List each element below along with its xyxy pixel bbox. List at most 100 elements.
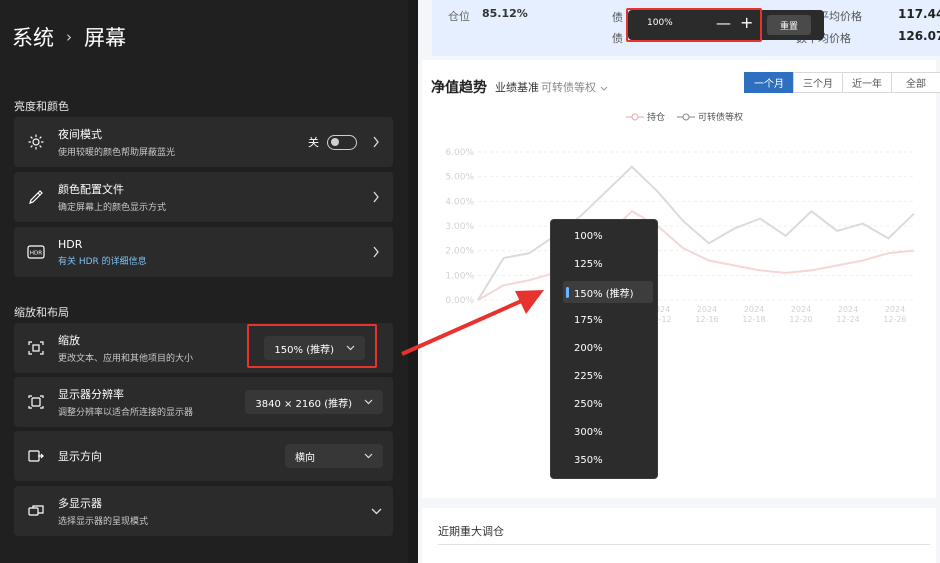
chevron-down-icon <box>364 397 373 408</box>
multi-display-title: 多显示器 <box>58 497 102 510</box>
night-mode-state: 关 <box>308 136 319 149</box>
resolution-icon <box>26 392 46 412</box>
x-tick-label: 12-18 <box>742 315 765 324</box>
zoom-reset-button[interactable]: 重置 <box>767 15 811 35</box>
chart-legend: 持仓 可转债等权 <box>626 110 755 123</box>
eyedropper-icon <box>26 187 46 207</box>
x-tick-label: 2024 <box>838 305 858 314</box>
chevron-down-icon <box>364 451 373 462</box>
benchmark-label: 业绩基准 <box>495 81 539 94</box>
period-tabs: 一个月 三个月 近一年 全部 <box>744 72 940 93</box>
hdr-card[interactable]: HDR HDR 有关 HDR 的详细信息 <box>14 227 393 277</box>
benchmark-value: 可转债等权 <box>541 81 596 94</box>
scale-option[interactable]: 225% <box>563 365 653 387</box>
scale-option[interactable]: 200% <box>563 337 653 359</box>
x-tick-label: 12-26 <box>883 315 906 324</box>
multi-display-subtitle: 选择显示器的呈现模式 <box>58 517 149 527</box>
position-label: 仓位 <box>448 10 470 23</box>
breadcrumb-current: 屏幕 <box>84 26 126 50</box>
section-brightness-heading: 亮度和颜色 <box>14 100 69 113</box>
y-tick-label: 3.00% <box>445 222 474 232</box>
chevron-right-icon[interactable] <box>369 190 383 204</box>
night-mode-card[interactable]: 夜间模式 使用较暖的颜色帮助屏蔽蓝光 关 <box>14 117 393 167</box>
x-tick-label: 2024 <box>791 305 811 314</box>
y-tick-label: 6.00% <box>445 148 474 158</box>
hdr-title: HDR <box>58 237 83 251</box>
benchmark-select[interactable]: 可转债等权 <box>541 79 608 95</box>
resolution-select[interactable]: 3840 × 2160 (推荐) <box>245 390 383 414</box>
recent-divider <box>438 544 930 545</box>
multi-display-icon <box>26 501 46 521</box>
scale-option[interactable]: 300% <box>563 421 653 443</box>
tab-one-year[interactable]: 近一年 <box>842 72 892 93</box>
x-tick-label: 12-24 <box>836 315 859 324</box>
legend-item-bond[interactable]: 可转债等权 <box>677 110 743 123</box>
orientation-title: 显示方向 <box>58 450 102 463</box>
window-divider <box>408 0 418 563</box>
breadcrumb-root[interactable]: 系统 <box>12 22 54 52</box>
tab-all[interactable]: 全部 <box>891 72 940 93</box>
scale-option[interactable]: 250% <box>563 393 653 415</box>
scale-icon <box>26 338 46 358</box>
scale-title: 缩放 <box>58 334 80 347</box>
chevron-right-icon[interactable] <box>369 135 383 149</box>
avg-price-value-1: 117.44 <box>898 7 940 21</box>
hdr-icon: HDR <box>26 242 46 262</box>
legend-item-holding[interactable]: 持仓 <box>626 110 665 123</box>
resolution-title: 显示器分辨率 <box>58 388 124 401</box>
x-tick-label: 12-20 <box>789 315 812 324</box>
recent-adjustments-heading: 近期重大调仓 <box>438 525 504 538</box>
page-title: 系统 › 屏幕 <box>12 22 126 52</box>
y-tick-label: 4.00% <box>445 197 474 207</box>
tab-three-months[interactable]: 三个月 <box>793 72 843 93</box>
bond-label-1: 债 <box>612 11 623 24</box>
hdr-badge: HDR <box>30 251 42 257</box>
annotation-arrow <box>401 290 544 356</box>
night-mode-subtitle: 使用较暖的颜色帮助屏蔽蓝光 <box>58 148 176 158</box>
position-value: 85.12% <box>482 7 528 20</box>
chart-title: 净值趋势 <box>431 80 487 96</box>
scale-option[interactable]: 175% <box>563 309 653 331</box>
series-line <box>477 165 915 301</box>
night-mode-title: 夜间模式 <box>58 128 102 141</box>
x-tick-label: 2024 <box>697 305 717 314</box>
orientation-select-value: 横向 <box>295 452 315 464</box>
orientation-select[interactable]: 横向 <box>285 444 383 468</box>
x-tick-label: 2024 <box>744 305 764 314</box>
resolution-subtitle: 调整分辨率以适合所连接的显示器 <box>58 408 194 418</box>
tab-one-month[interactable]: 一个月 <box>744 72 794 93</box>
color-profile-subtitle: 确定屏幕上的颜色显示方式 <box>58 203 167 213</box>
y-tick-label: 5.00% <box>445 173 474 183</box>
scale-option[interactable]: 100% <box>563 225 653 247</box>
zoom-highlight-box <box>626 8 762 42</box>
scale-highlight-box <box>247 324 377 368</box>
scale-subtitle: 更改文本、应用和其他项目的大小 <box>58 354 194 364</box>
scale-dropdown-list: 100% 125% 150% (推荐) 175% 200% 225% 250% 300% 350… <box>550 219 658 479</box>
scale-option[interactable]: 125% <box>563 253 653 275</box>
bond-label-2: 债 <box>612 32 623 45</box>
breadcrumb-separator: › <box>66 28 72 46</box>
section-scale-heading: 缩放和布局 <box>14 306 69 319</box>
color-profile-title: 颜色配置文件 <box>58 183 124 196</box>
x-tick-label: 12-16 <box>695 315 718 324</box>
scale-option[interactable]: 150% (推荐) <box>563 281 653 303</box>
night-mode-toggle[interactable] <box>327 134 357 150</box>
hdr-info-link[interactable]: 有关 HDR 的详细信息 <box>58 254 147 267</box>
avg-price-value-2: 126.078 <box>898 29 940 43</box>
color-profile-card[interactable]: 颜色配置文件 确定屏幕上的颜色显示方式 <box>14 172 393 222</box>
resolution-card[interactable]: 显示器分辨率 调整分辨率以适合所连接的显示器 3840 × 2160 (推荐) <box>14 377 393 427</box>
y-tick-label: 2.00% <box>445 247 474 257</box>
x-tick-label: 2024 <box>885 305 905 314</box>
sun-icon <box>26 132 46 152</box>
settings-window: 系统 › 屏幕 亮度和颜色 夜间模式 使用较暖的颜色帮助屏蔽蓝光 关 颜色配置文… <box>0 0 408 563</box>
chevron-down-icon[interactable] <box>369 504 383 518</box>
legend-label-bond: 可转债等权 <box>698 113 744 123</box>
resolution-select-value: 3840 × 2160 (推荐) <box>255 398 352 410</box>
chevron-right-icon[interactable] <box>369 245 383 259</box>
multi-display-card[interactable]: 多显示器 选择显示器的呈现模式 <box>14 486 393 536</box>
y-tick-label: 1.00% <box>445 271 474 281</box>
orientation-icon <box>26 446 46 466</box>
orientation-card[interactable]: 显示方向 横向 <box>14 431 393 481</box>
scale-option[interactable]: 350% <box>563 449 653 471</box>
legend-label-holding: 持仓 <box>647 113 666 123</box>
